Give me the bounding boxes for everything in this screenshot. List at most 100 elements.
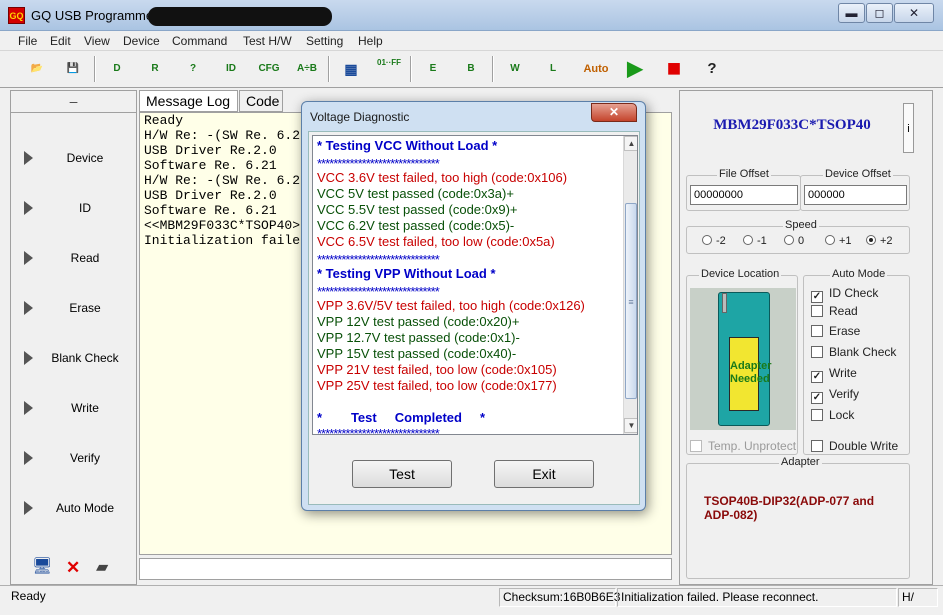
adapter-text: TSOP40B-DIP32(ADP-077 and ADP-082): [704, 494, 875, 522]
menu-device[interactable]: Device: [123, 34, 160, 48]
op-id[interactable]: ID: [11, 189, 136, 229]
scroll-thumb[interactable]: ≡: [625, 203, 637, 399]
dialog-close-button[interactable]: ✕: [591, 103, 637, 122]
speed-radio-plus2[interactable]: +2: [866, 235, 893, 247]
checkbox-icon: [690, 440, 702, 452]
menu-command[interactable]: Command: [172, 34, 227, 48]
calculator-icon[interactable]: ▦: [336, 55, 366, 83]
maximize-button[interactable]: ◻: [866, 3, 893, 23]
app-icon: GQ: [8, 7, 25, 24]
menu-bar: File Edit View Device Command Test H/W S…: [0, 31, 943, 51]
result-line: ******************************: [317, 284, 440, 299]
checkbox-icon: [811, 346, 823, 358]
help-icon[interactable]: ?: [697, 55, 727, 83]
cfg-icon[interactable]: CFG: [254, 55, 284, 83]
speed-radio-minus2[interactable]: -2: [702, 235, 726, 247]
a-to-b-icon[interactable]: A÷B: [292, 55, 322, 83]
auto-icon[interactable]: Auto: [581, 55, 611, 83]
menu-setting[interactable]: Setting: [306, 34, 343, 48]
op-label: Blank Check: [51, 351, 119, 365]
op-write[interactable]: Write: [11, 389, 136, 429]
close-button[interactable]: ✕: [894, 3, 934, 23]
device-location-label: Device Location: [699, 268, 782, 280]
open-icon[interactable]: 📂: [22, 55, 52, 83]
scroll-down-icon[interactable]: ▼: [624, 418, 637, 433]
menu-edit[interactable]: Edit: [50, 34, 71, 48]
auto-lock-check[interactable]: Lock: [811, 408, 854, 422]
exit-button[interactable]: Exit: [494, 460, 594, 488]
toolbar-separator: [328, 56, 330, 82]
op-label: Erase: [69, 301, 101, 315]
auto-erase-check[interactable]: Erase: [811, 324, 860, 338]
results-scrollbar[interactable]: ▲ ≡ ▼: [623, 136, 637, 434]
adapter-needed-label: Adapter Needed: [729, 337, 772, 411]
auto-read-check[interactable]: Read: [811, 304, 858, 318]
file-offset-group: File Offset 00000000: [686, 168, 801, 211]
menu-view[interactable]: View: [84, 34, 110, 48]
speed-radio-minus1[interactable]: -1: [743, 235, 767, 247]
auto-verify-check[interactable]: ✓ Verify: [811, 387, 859, 404]
zif-socket: Adapter Needed: [718, 292, 772, 426]
auto-id-check[interactable]: ✓ ID Check: [811, 286, 878, 303]
device-offset-label: Device Offset: [823, 168, 893, 180]
file-offset-label: File Offset: [717, 168, 771, 180]
minimize-button[interactable]: ▬: [838, 3, 865, 23]
blank-check-icon[interactable]: ?: [178, 55, 208, 83]
op-label: Device: [66, 151, 104, 165]
diagnostic-results-list[interactable]: * Testing VCC Without Load * ***********…: [312, 135, 638, 435]
command-input[interactable]: [139, 558, 672, 580]
play-icon[interactable]: ▶: [620, 55, 650, 83]
file-offset-field[interactable]: 00000000: [690, 185, 798, 205]
lock-icon[interactable]: L: [538, 55, 568, 83]
save-icon[interactable]: 💾: [58, 55, 88, 83]
menu-test-hw[interactable]: Test H/W: [243, 34, 292, 48]
stop-icon[interactable]: ■: [659, 55, 689, 83]
arrow-right-icon: [24, 301, 33, 315]
op-label: Write: [71, 401, 99, 415]
tab-message-log[interactable]: Message Log: [139, 90, 238, 112]
checkbox-checked-icon: ✓: [811, 291, 823, 303]
window-title: GQ USB Programmer: [31, 8, 158, 23]
read-icon[interactable]: R: [140, 55, 170, 83]
speed-group: Speed -2 -1 0 +1 +2: [686, 219, 910, 254]
test-button[interactable]: Test: [352, 460, 452, 488]
scroll-up-icon[interactable]: ▲: [624, 136, 637, 151]
arrow-right-icon: [24, 501, 33, 515]
arrow-right-icon: [24, 401, 33, 415]
result-line: * Test Completed *: [317, 410, 486, 425]
toolbar-separator: [94, 56, 96, 82]
device-offset-field[interactable]: 000000: [804, 185, 907, 205]
adapter-label: Adapter: [779, 456, 822, 468]
socket-lever: [722, 293, 727, 313]
result-line: VPP 12.7V test passed (code:0x1)-: [317, 330, 520, 345]
voltage-diagnostic-dialog: Voltage Diagnostic ✕ * Testing VCC Witho…: [301, 101, 646, 511]
menu-help[interactable]: Help: [358, 34, 383, 48]
status-bar: Ready Checksum:16B0B6E3 Initialization f…: [0, 585, 943, 615]
speed-radio-plus1[interactable]: +1: [825, 235, 852, 247]
menu-file[interactable]: File: [18, 34, 37, 48]
speed-radio-0[interactable]: 0: [784, 235, 804, 247]
result-line: ******************************: [317, 156, 440, 171]
id-icon[interactable]: ID: [216, 55, 246, 83]
op-verify[interactable]: Verify: [11, 439, 136, 479]
auto-write-check[interactable]: ✓ Write: [811, 366, 857, 383]
op-device[interactable]: Device: [11, 139, 136, 179]
device-icon[interactable]: D: [102, 55, 132, 83]
operations-pane-header[interactable]: –: [11, 91, 136, 113]
op-read[interactable]: Read: [11, 239, 136, 279]
write-icon[interactable]: W: [500, 55, 530, 83]
device-pane: MBM29F033C*TSOP40 i File Offset 00000000…: [679, 90, 933, 585]
fill-icon[interactable]: 01··FF: [374, 55, 404, 83]
op-auto-mode[interactable]: Auto Mode: [11, 489, 136, 529]
blank-icon[interactable]: B: [456, 55, 486, 83]
op-blank-check[interactable]: Blank Check: [11, 339, 136, 379]
erase-icon[interactable]: E: [418, 55, 448, 83]
result-line: * Testing VCC Without Load *: [317, 138, 498, 153]
chip-info-button[interactable]: i: [903, 103, 914, 153]
result-line: ******************************: [317, 252, 440, 267]
double-write-check[interactable]: Double Write: [811, 439, 898, 453]
status-message: Initialization failed. Please reconnect.: [617, 588, 897, 607]
tab-code[interactable]: Code: [239, 90, 283, 112]
auto-blank-check[interactable]: Blank Check: [811, 345, 896, 359]
op-erase[interactable]: Erase: [11, 289, 136, 329]
